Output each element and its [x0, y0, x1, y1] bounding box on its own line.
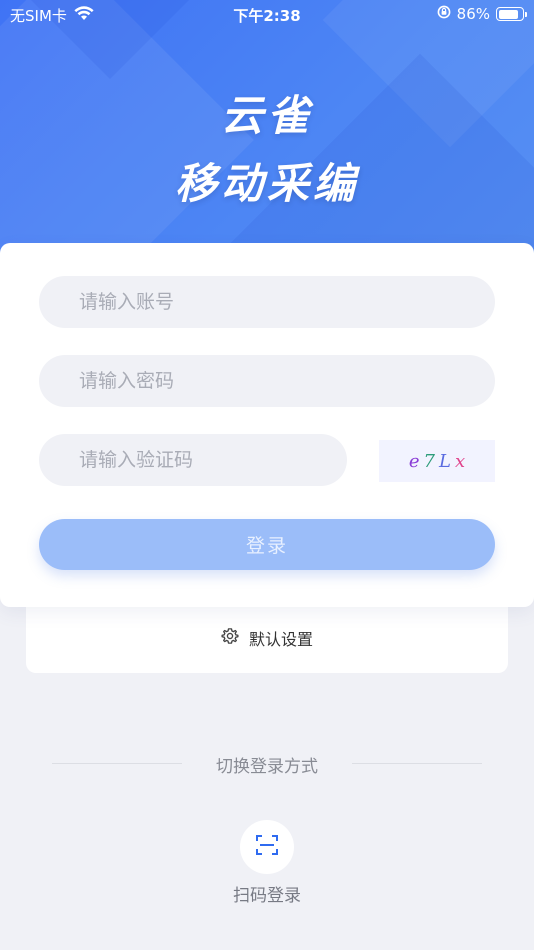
rotation-lock-icon — [437, 5, 451, 23]
captcha-char: e — [408, 450, 420, 472]
scan-icon — [255, 833, 279, 861]
captcha-image[interactable]: e 7 L x — [379, 440, 495, 482]
status-bar: 无SIM卡 下午2:38 86% — [0, 0, 534, 30]
captcha-char: 7 — [423, 450, 435, 472]
status-right: 86% — [437, 5, 527, 23]
captcha-input[interactable] — [39, 434, 347, 486]
scan-login-label[interactable]: 扫码登录 — [0, 881, 534, 906]
default-settings-label: 默认设置 — [248, 630, 313, 649]
login-card: e 7 L x 登录 — [0, 243, 534, 607]
battery-fill — [498, 9, 519, 19]
default-settings-link[interactable]: 默认设置 — [26, 626, 508, 650]
app-title-line1: 云雀 — [220, 91, 313, 140]
settings-panel: 默认设置 — [26, 600, 508, 673]
captcha-char: L — [439, 450, 451, 472]
battery-icon — [496, 7, 527, 21]
login-button[interactable]: 登录 — [39, 519, 495, 570]
password-input[interactable] — [39, 355, 495, 407]
battery-percent: 86% — [456, 5, 490, 23]
app-title-line2: 移动采编 — [174, 159, 359, 208]
captcha-char: x — [454, 450, 466, 472]
switch-login-label: 切换登录方式 — [216, 757, 318, 777]
scan-login-button[interactable] — [240, 820, 294, 874]
account-input[interactable] — [39, 276, 495, 328]
gear-icon — [221, 627, 239, 649]
